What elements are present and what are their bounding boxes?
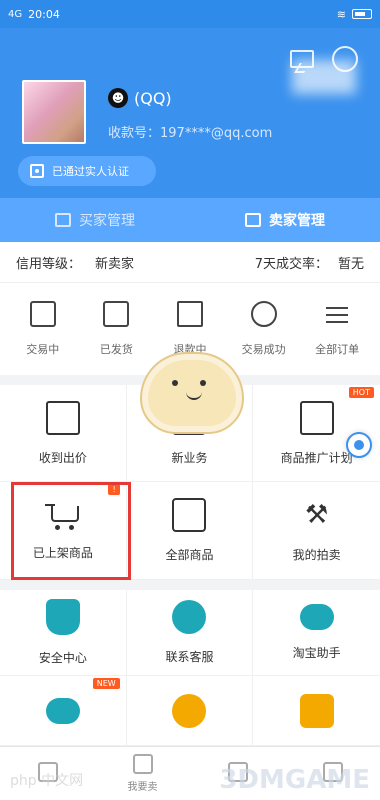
- badge-alert: !: [108, 484, 120, 495]
- tab-buyer-label: 买家管理: [79, 213, 135, 229]
- grid-my-auction-label: 我的拍卖: [292, 548, 341, 562]
- badge-new: NEW: [92, 678, 120, 689]
- credit-value: 新卖家: [95, 256, 135, 272]
- truck-icon: [103, 301, 130, 327]
- book-icon: [176, 301, 203, 327]
- shield-icon: [45, 599, 80, 635]
- cart-icon: [44, 500, 81, 530]
- verified-badge[interactable]: 已通过实人认证: [18, 156, 156, 186]
- grid-all-goods[interactable]: 全部商品: [126, 482, 254, 580]
- seller-info: 信用等级： 新卖家 7天成交率： 暂无: [0, 242, 380, 282]
- grid-row-4: NEW: [0, 676, 380, 746]
- wifi-icon: ≋: [336, 7, 346, 21]
- grid-new-business-label: 新业务: [171, 450, 208, 465]
- grid-offers-label: 收到出价: [38, 450, 87, 465]
- tab-message[interactable]: [190, 747, 285, 800]
- buyer-icon: [55, 213, 71, 227]
- gavel-icon: ⚒: [304, 500, 329, 530]
- cup-icon: [45, 400, 80, 435]
- tab-seller[interactable]: 卖家管理: [190, 198, 380, 242]
- seller-icon: [245, 213, 261, 227]
- profile-icon: [322, 761, 343, 782]
- grid-support-label: 联系客服: [165, 650, 214, 664]
- order-success[interactable]: 交易成功: [229, 301, 299, 375]
- gamepad-icon: [299, 604, 334, 630]
- payout-label: 7天成交率：: [254, 256, 328, 272]
- mascot-eye-left: [172, 380, 178, 386]
- bag-icon: [172, 498, 207, 532]
- grid-listed-goods[interactable]: ! 已上架商品: [0, 482, 127, 580]
- account-prefix: 收款号：: [108, 126, 161, 141]
- tab-profile[interactable]: [285, 747, 380, 800]
- gamepad-icon: [45, 697, 80, 724]
- grid-row-2: ! 已上架商品 全部商品 ⚒ 我的拍卖: [0, 482, 380, 580]
- moneybag-icon: [172, 693, 207, 728]
- battery-icon: [352, 9, 372, 19]
- tab-seller-label: 卖家管理: [269, 213, 325, 229]
- coin-icon: [299, 693, 334, 728]
- grid-promo-plan-label: 商品推广计划: [280, 450, 353, 465]
- order-shipped[interactable]: 已发货: [81, 301, 151, 375]
- tab-sell-label: 我要卖: [127, 782, 158, 793]
- grid-extra-1[interactable]: NEW: [0, 676, 127, 746]
- order-shipped-label: 已发货: [99, 343, 133, 356]
- order-trading-label: 交易中: [26, 343, 60, 356]
- tab-home[interactable]: [0, 747, 95, 800]
- seller-header: ☻ (QQ) 收款号：197****@qq.com 已通过实人认证: [0, 28, 380, 198]
- blurred-region: [292, 60, 356, 94]
- status-time: 20:04: [28, 7, 60, 21]
- grid-extra-3[interactable]: [253, 676, 380, 746]
- payout-value: 暂无: [337, 256, 364, 272]
- grid-all-goods-label: 全部商品: [165, 548, 214, 562]
- order-all[interactable]: 全部订单: [302, 301, 372, 375]
- mascot-mouth: [186, 392, 202, 400]
- verified-icon: [30, 164, 44, 178]
- order-success-label: 交易成功: [241, 343, 286, 356]
- mascot-eye-right: [200, 380, 206, 386]
- grid-security-label: 安全中心: [38, 651, 87, 665]
- spacer-2: [0, 580, 380, 590]
- list-icon: [324, 301, 350, 327]
- role-tabs: 买家管理 卖家管理: [0, 198, 380, 242]
- tab-sell[interactable]: 我要卖: [95, 747, 190, 800]
- mascot-overlay: [140, 352, 244, 434]
- grid-listed-goods-label: 已上架商品: [32, 546, 93, 560]
- home-icon: [37, 761, 58, 782]
- smile-icon: [250, 301, 277, 327]
- support-icon: [172, 600, 207, 634]
- account: 收款号：197****@qq.com: [108, 122, 272, 141]
- sell-icon: [132, 754, 153, 774]
- nickname: ☻ (QQ): [108, 88, 172, 108]
- grid-my-auction[interactable]: ⚒ 我的拍卖: [253, 482, 380, 580]
- nickname-text: (QQ): [134, 88, 172, 108]
- bottom-tabbar: 我要卖: [0, 746, 380, 800]
- message-icon: [227, 761, 248, 782]
- grid-extra-2[interactable]: [126, 676, 254, 746]
- grid-offers[interactable]: 收到出价: [0, 385, 127, 482]
- grid-security[interactable]: 安全中心: [0, 590, 127, 676]
- order-all-label: 全部订单: [315, 343, 360, 356]
- smile-icon: ☻: [108, 88, 128, 108]
- verified-text: 已通过实人认证: [52, 165, 129, 178]
- account-value: 197****@qq.com: [160, 126, 273, 141]
- money-icon: [29, 301, 56, 327]
- grid-support[interactable]: 联系客服: [126, 590, 254, 676]
- tab-buyer[interactable]: 买家管理: [0, 198, 190, 242]
- status-bar: 4G 20:04 ≋: [0, 0, 380, 28]
- calendar-star-icon: [299, 400, 334, 435]
- order-trading[interactable]: 交易中: [8, 301, 78, 375]
- grid-assistant-label: 淘宝助手: [292, 646, 341, 660]
- grid-assistant[interactable]: 淘宝助手: [253, 590, 380, 676]
- assistive-touch-icon[interactable]: [346, 432, 372, 458]
- grid-row-3: 安全中心 联系客服 淘宝助手: [0, 590, 380, 676]
- badge-hot: HOT: [348, 387, 374, 398]
- network-indicator: 4G: [8, 8, 23, 20]
- credit-label: 信用等级：: [16, 256, 82, 272]
- avatar[interactable]: [22, 80, 86, 144]
